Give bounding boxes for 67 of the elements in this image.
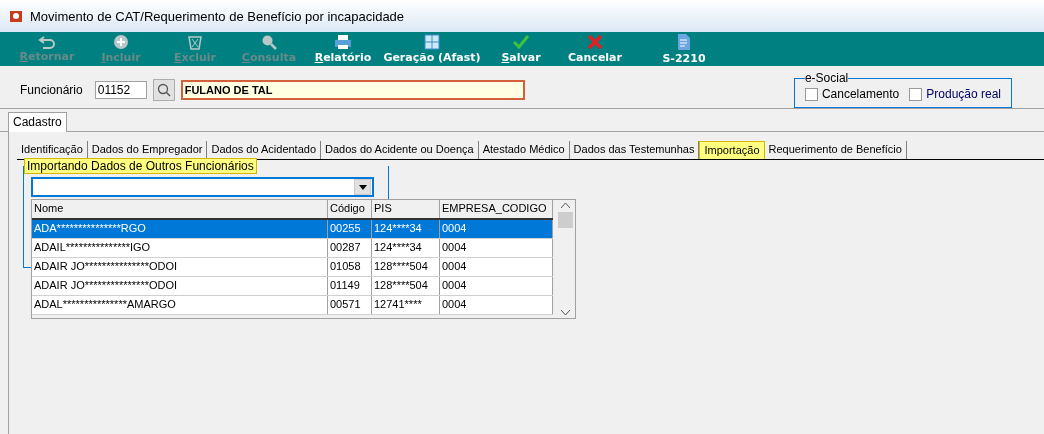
table-cell: 128****504 [372, 258, 440, 276]
check-icon [512, 34, 530, 50]
group-title: Importando Dados de Outros Funcionários [24, 158, 257, 174]
toolbar-button[interactable]: Relatório [306, 32, 380, 66]
checkbox-label: Produção real [926, 87, 1001, 101]
document-icon [676, 33, 692, 51]
column-header[interactable]: EMPRESA_CODIGO [440, 200, 553, 218]
table-cell: ADAIR JO***************ODOI [32, 258, 328, 276]
table-cell: 0004 [440, 239, 553, 257]
checkbox[interactable] [804, 87, 818, 101]
table-cell: 128****504 [372, 277, 440, 295]
column-header[interactable]: Nome [32, 200, 328, 218]
table-cell: 00571 [328, 296, 372, 314]
employee-dropdown[interactable] [31, 177, 374, 197]
toolbar-button[interactable]: Geração (Afast) [380, 32, 484, 66]
search-button[interactable] [152, 79, 175, 101]
table-cell: 0004 [440, 220, 553, 238]
table-cell: 0004 [440, 277, 553, 295]
scroll-down-icon[interactable] [561, 310, 570, 315]
table-cell: 01149 [328, 277, 372, 295]
column-header[interactable]: Código [328, 200, 372, 218]
field-label: Funcionário [20, 83, 83, 97]
table-cell: 12741**** [372, 296, 440, 314]
grid-icon [424, 34, 440, 50]
table-cell: ADA***************RGO [32, 220, 328, 238]
grid-row[interactable]: ADA***************RGO 00255 124****34 0004 [32, 220, 553, 239]
table-cell: 124****34 [372, 220, 440, 238]
plus-icon [113, 34, 129, 50]
table-cell: 0004 [440, 258, 553, 276]
window-title: Movimento de CAT/Requerimento de Benefício por incapacidade [30, 8, 405, 24]
toolbar-button[interactable]: Salvar [484, 32, 558, 66]
table-cell: 0004 [440, 296, 553, 314]
app-icon [8, 8, 24, 24]
table-cell: 00255 [328, 220, 372, 238]
caret-icon [358, 184, 367, 190]
toolbar-button[interactable]: Cancelar [558, 32, 632, 66]
tab[interactable]: Cadastro [8, 112, 67, 132]
table-cell: ADAIL***************IGO [32, 239, 328, 257]
grid-row[interactable]: ADAIR JO***************ODOI 01058 128****504 0004 [32, 258, 553, 277]
toolbar-button[interactable]: S-2210 [632, 32, 736, 66]
column-header[interactable]: PIS [372, 200, 440, 218]
table-cell: 124****34 [372, 239, 440, 257]
table-cell: 00287 [328, 239, 372, 257]
scrollbar[interactable] [556, 200, 575, 318]
grid-row[interactable]: ADAIL***************IGO 00287 124****34 0004 [32, 239, 553, 258]
checkbox-label: Cancelamento [821, 87, 900, 101]
grid-row[interactable]: ADAIR JO***************ODOI 01149 128****504 0004 [32, 277, 553, 296]
scrollbar-thumb[interactable] [558, 212, 573, 228]
employee-name-field[interactable]: FULANO DE TAL [180, 80, 525, 100]
tab[interactable]: Requerimento de Benefício [764, 141, 907, 159]
search-icon [156, 83, 171, 97]
group-title: e-Social [804, 71, 849, 85]
tab[interactable]: Dados do Acidente ou Doença [321, 141, 479, 159]
grid-row[interactable]: ADAL***************AMARGO 00571 12741**** 0004 [32, 296, 553, 315]
tab[interactable]: Importação [699, 141, 765, 159]
employee-code-field[interactable]: 01152 [94, 81, 147, 99]
close-icon [587, 34, 603, 50]
table-cell: ADAL***************AMARGO [32, 296, 328, 314]
checkbox[interactable] [909, 87, 923, 101]
search-icon [261, 34, 277, 50]
table-cell: 01058 [328, 258, 372, 276]
tab[interactable]: Atestado Médico [478, 141, 570, 159]
table-cell: ADAIR JO***************ODOI [32, 277, 328, 295]
printer-icon [334, 34, 352, 50]
trash-icon [187, 34, 203, 50]
return-arrow-icon [38, 35, 56, 49]
scroll-up-icon[interactable] [561, 203, 570, 208]
